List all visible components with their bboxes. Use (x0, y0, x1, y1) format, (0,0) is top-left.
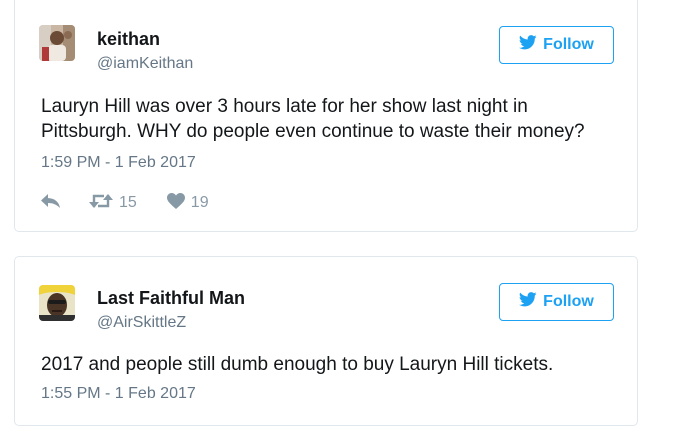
display-name[interactable]: keithan (97, 29, 160, 50)
display-name[interactable]: Last Faithful Man (97, 288, 245, 309)
avatar[interactable] (39, 285, 75, 321)
reply-icon (41, 193, 61, 213)
retweet-icon (89, 193, 113, 214)
user-handle[interactable]: @AirSkittleZ (97, 314, 186, 332)
reply-button[interactable] (41, 193, 61, 213)
tweet-text: Lauryn Hill was over 3 hours late for he… (41, 96, 585, 142)
follow-label: Follow (543, 36, 594, 53)
heart-icon (166, 192, 185, 214)
retweet-button[interactable]: 15 (89, 193, 137, 214)
follow-button[interactable]: Follow (499, 26, 614, 64)
tweet-timestamp[interactable]: 1:55 PM - 1 Feb 2017 (41, 385, 196, 403)
follow-button[interactable]: Follow (499, 283, 614, 321)
bird-icon (519, 35, 537, 55)
like-button[interactable]: 19 (166, 192, 209, 214)
like-count: 19 (190, 194, 209, 211)
tweet-timestamp[interactable]: 1:59 PM - 1 Feb 2017 (41, 154, 196, 172)
tweet-card: keithan @iamKeithan Follow Lauryn Hill w… (14, 0, 638, 232)
avatar[interactable] (39, 25, 75, 61)
bird-icon (519, 292, 537, 312)
tweet-card: Last Faithful Man @AirSkittleZ Follow 20… (14, 256, 638, 426)
retweet-count: 15 (119, 194, 137, 211)
tweet-actions: 15 19 (41, 192, 209, 214)
follow-label: Follow (543, 293, 594, 310)
user-handle[interactable]: @iamKeithan (97, 55, 193, 73)
tweet-text: 2017 and people still dumb enough to buy… (41, 354, 554, 375)
